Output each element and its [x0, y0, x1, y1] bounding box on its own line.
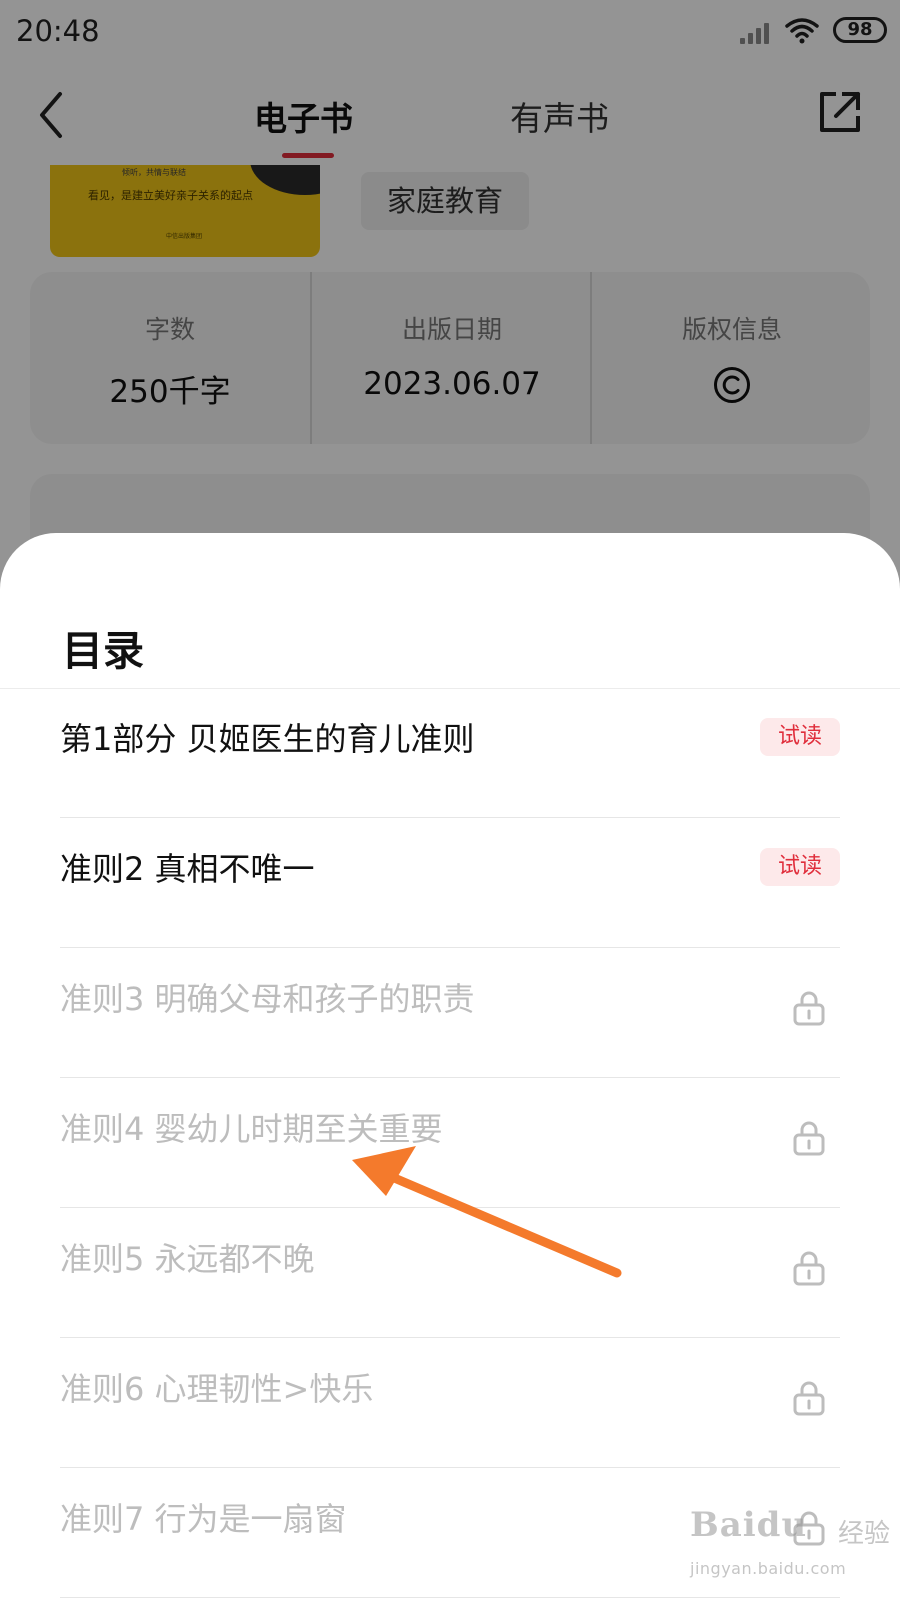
lock-icon [793, 1381, 825, 1416]
toc-item[interactable]: 准则2 真相不唯一 试读 [0, 818, 900, 948]
toc-item[interactable]: 准则6 心理韧性>快乐 [0, 1338, 900, 1468]
toc-item-title: 准则7 行为是一扇窗 [60, 1500, 347, 1538]
toc-item-title: 准则4 婴幼儿时期至关重要 [60, 1110, 443, 1148]
watermark-url: jingyan.baidu.com [690, 1559, 847, 1578]
divider [60, 1597, 840, 1598]
lock-icon [793, 991, 825, 1026]
toc-item-title: 准则5 永远都不晚 [60, 1240, 315, 1278]
toc-item[interactable]: 准则4 婴幼儿时期至关重要 [0, 1078, 900, 1208]
toc-item-title: 准则2 真相不唯一 [60, 850, 315, 888]
watermark-sub: 经验 [838, 1519, 891, 1549]
trial-read-badge: 试读 [760, 718, 840, 756]
toc-bottom-sheet: 目录 第1部分 贝姬医生的育儿准则 试读 准则2 真相不唯一 试读 准则3 明确… [0, 533, 900, 1600]
watermark-logo: Baidu [690, 1505, 808, 1545]
toc-item-title: 准则3 明确父母和孩子的职责 [60, 980, 475, 1018]
toc-item[interactable]: 准则5 永远都不晚 [0, 1208, 900, 1338]
toc-item[interactable]: 第1部分 贝姬医生的育儿准则 试读 [0, 688, 900, 818]
toc-item-title: 准则6 心理韧性>快乐 [60, 1370, 374, 1408]
lock-icon [793, 1251, 825, 1286]
toc-item[interactable]: 准则3 明确父母和孩子的职责 [0, 948, 900, 1078]
toc-list: 第1部分 贝姬医生的育儿准则 试读 准则2 真相不唯一 试读 准则3 明确父母和… [0, 688, 900, 1598]
trial-read-badge: 试读 [760, 848, 840, 886]
lock-icon [793, 1121, 825, 1156]
sheet-title: 目录 [62, 627, 144, 675]
toc-item-title: 第1部分 贝姬医生的育儿准则 [60, 720, 475, 758]
watermark: Baidu 经验 jingyan.baidu.com [690, 1505, 890, 1595]
